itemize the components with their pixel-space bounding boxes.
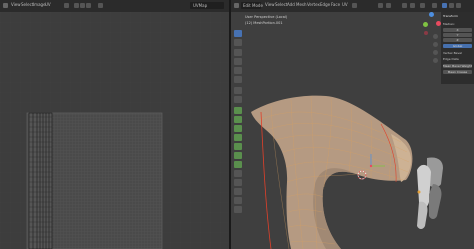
uv-editor[interactable] [0, 12, 229, 249]
sidebar-n-panel: Transform Median: X Y Z Global Vertex Be… [441, 12, 474, 84]
viewport-canvas[interactable] [231, 12, 474, 249]
smooth-tool[interactable] [234, 170, 242, 177]
panel-title[interactable]: Transform [443, 14, 458, 18]
transform-tool[interactable] [234, 76, 242, 83]
uv-menu-uv[interactable]: UV [45, 2, 51, 7]
snap-icon[interactable] [378, 3, 383, 8]
zoom-icon[interactable] [433, 34, 438, 39]
uv-menu-select[interactable]: Select [21, 2, 33, 7]
vp-menu-face[interactable]: Face [331, 2, 340, 7]
object-info: (12) MeshPortion.001 [245, 21, 283, 25]
gizmo-y-axis[interactable] [423, 22, 428, 27]
vp-menu-uv[interactable]: UV [342, 2, 348, 7]
proportional-edit-icon[interactable] [386, 3, 391, 8]
mode-selector[interactable]: Edit Mode [241, 2, 263, 9]
median-y-field[interactable]: Y [443, 33, 472, 37]
cursor-tool[interactable] [234, 39, 242, 46]
edge-data-label: Edge Data [443, 57, 459, 61]
vp-menu-add[interactable]: Add [287, 2, 295, 7]
spin-tool[interactable] [234, 161, 242, 168]
global-toggle[interactable]: Global [443, 44, 472, 48]
vertex-bevel-label: Vertex Bevel [443, 51, 462, 55]
toolbar [231, 30, 244, 213]
shrink-fatten-tool[interactable] [234, 188, 242, 195]
viewport-editor-type-icon[interactable] [234, 3, 239, 8]
ortho-toggle-icon[interactable] [433, 58, 438, 63]
edge-slide-tool[interactable] [234, 179, 242, 186]
gizmo-z-axis[interactable] [429, 12, 434, 17]
visibility-icon[interactable] [402, 3, 407, 8]
xray-toggle-icon[interactable] [432, 3, 437, 8]
median-z-field[interactable]: Z [443, 38, 472, 42]
rotate-tool[interactable] [234, 58, 242, 65]
inset-tool[interactable] [234, 116, 242, 123]
vertex-select-icon[interactable] [74, 3, 79, 8]
vp-menu-mesh[interactable]: Mesh [296, 2, 307, 7]
navigation-gizmo[interactable] [421, 12, 443, 42]
loop-cut-tool[interactable] [234, 134, 242, 141]
pivot-icon[interactable] [98, 3, 103, 8]
poly-build-tool[interactable] [234, 152, 242, 159]
uv-menu-image[interactable]: Image [33, 2, 46, 7]
top-header: View Select Image UV UVMap Edit Mode Vie… [0, 0, 474, 12]
editor-type-icon[interactable] [3, 3, 8, 8]
shading-material-icon[interactable] [449, 3, 454, 8]
vp-menu-vertex[interactable]: Vertex [307, 2, 320, 7]
median-x-field[interactable]: X [443, 28, 472, 32]
move-tool[interactable] [234, 49, 242, 56]
shading-solid-icon[interactable] [442, 3, 447, 8]
extrude-tool[interactable] [234, 107, 242, 114]
view-name: User Perspective (Local) [245, 15, 288, 19]
mode-selector-label: Edit Mode [243, 3, 263, 8]
measure-tool[interactable] [234, 96, 242, 103]
vp-menu-select[interactable]: Select [275, 2, 287, 7]
uv-island [28, 112, 53, 249]
image-selector-value: UVMap [193, 3, 208, 8]
mannequin-figure [417, 157, 443, 229]
uv-grid-canvas[interactable] [0, 12, 229, 249]
transform-orientation-icon[interactable] [352, 3, 357, 8]
mean-bevel-weight-field[interactable]: Mean Bevel Weight [443, 64, 472, 68]
camera-view-icon[interactable] [433, 50, 438, 55]
uv-menu-view[interactable]: View [11, 2, 21, 7]
edge-select-icon[interactable] [80, 3, 85, 8]
annotate-tool[interactable] [234, 87, 242, 94]
bevel-tool[interactable] [234, 125, 242, 132]
shear-tool[interactable] [234, 197, 242, 204]
gizmo-neg-x-axis[interactable] [424, 31, 428, 35]
gizmo-toggle-icon[interactable] [410, 3, 415, 8]
sync-select-icon[interactable] [64, 3, 69, 8]
overlay-toggle-icon[interactable] [420, 3, 425, 8]
mean-crease-field[interactable]: Mean Crease [443, 70, 472, 74]
median-label: Median: [443, 22, 455, 26]
vp-menu-edge[interactable]: Edge [320, 2, 330, 7]
vp-menu-view[interactable]: View [265, 2, 275, 7]
select-box-tool[interactable] [234, 30, 242, 37]
face-select-icon[interactable] [86, 3, 91, 8]
knife-tool[interactable] [234, 143, 242, 150]
rip-tool[interactable] [234, 206, 242, 213]
pan-icon[interactable] [433, 42, 438, 47]
scale-tool[interactable] [234, 67, 242, 74]
shading-rendered-icon[interactable] [456, 3, 461, 8]
image-selector[interactable]: UVMap [190, 2, 224, 9]
3d-viewport[interactable]: User Perspective (Local) (12) MeshPortio… [231, 12, 474, 249]
